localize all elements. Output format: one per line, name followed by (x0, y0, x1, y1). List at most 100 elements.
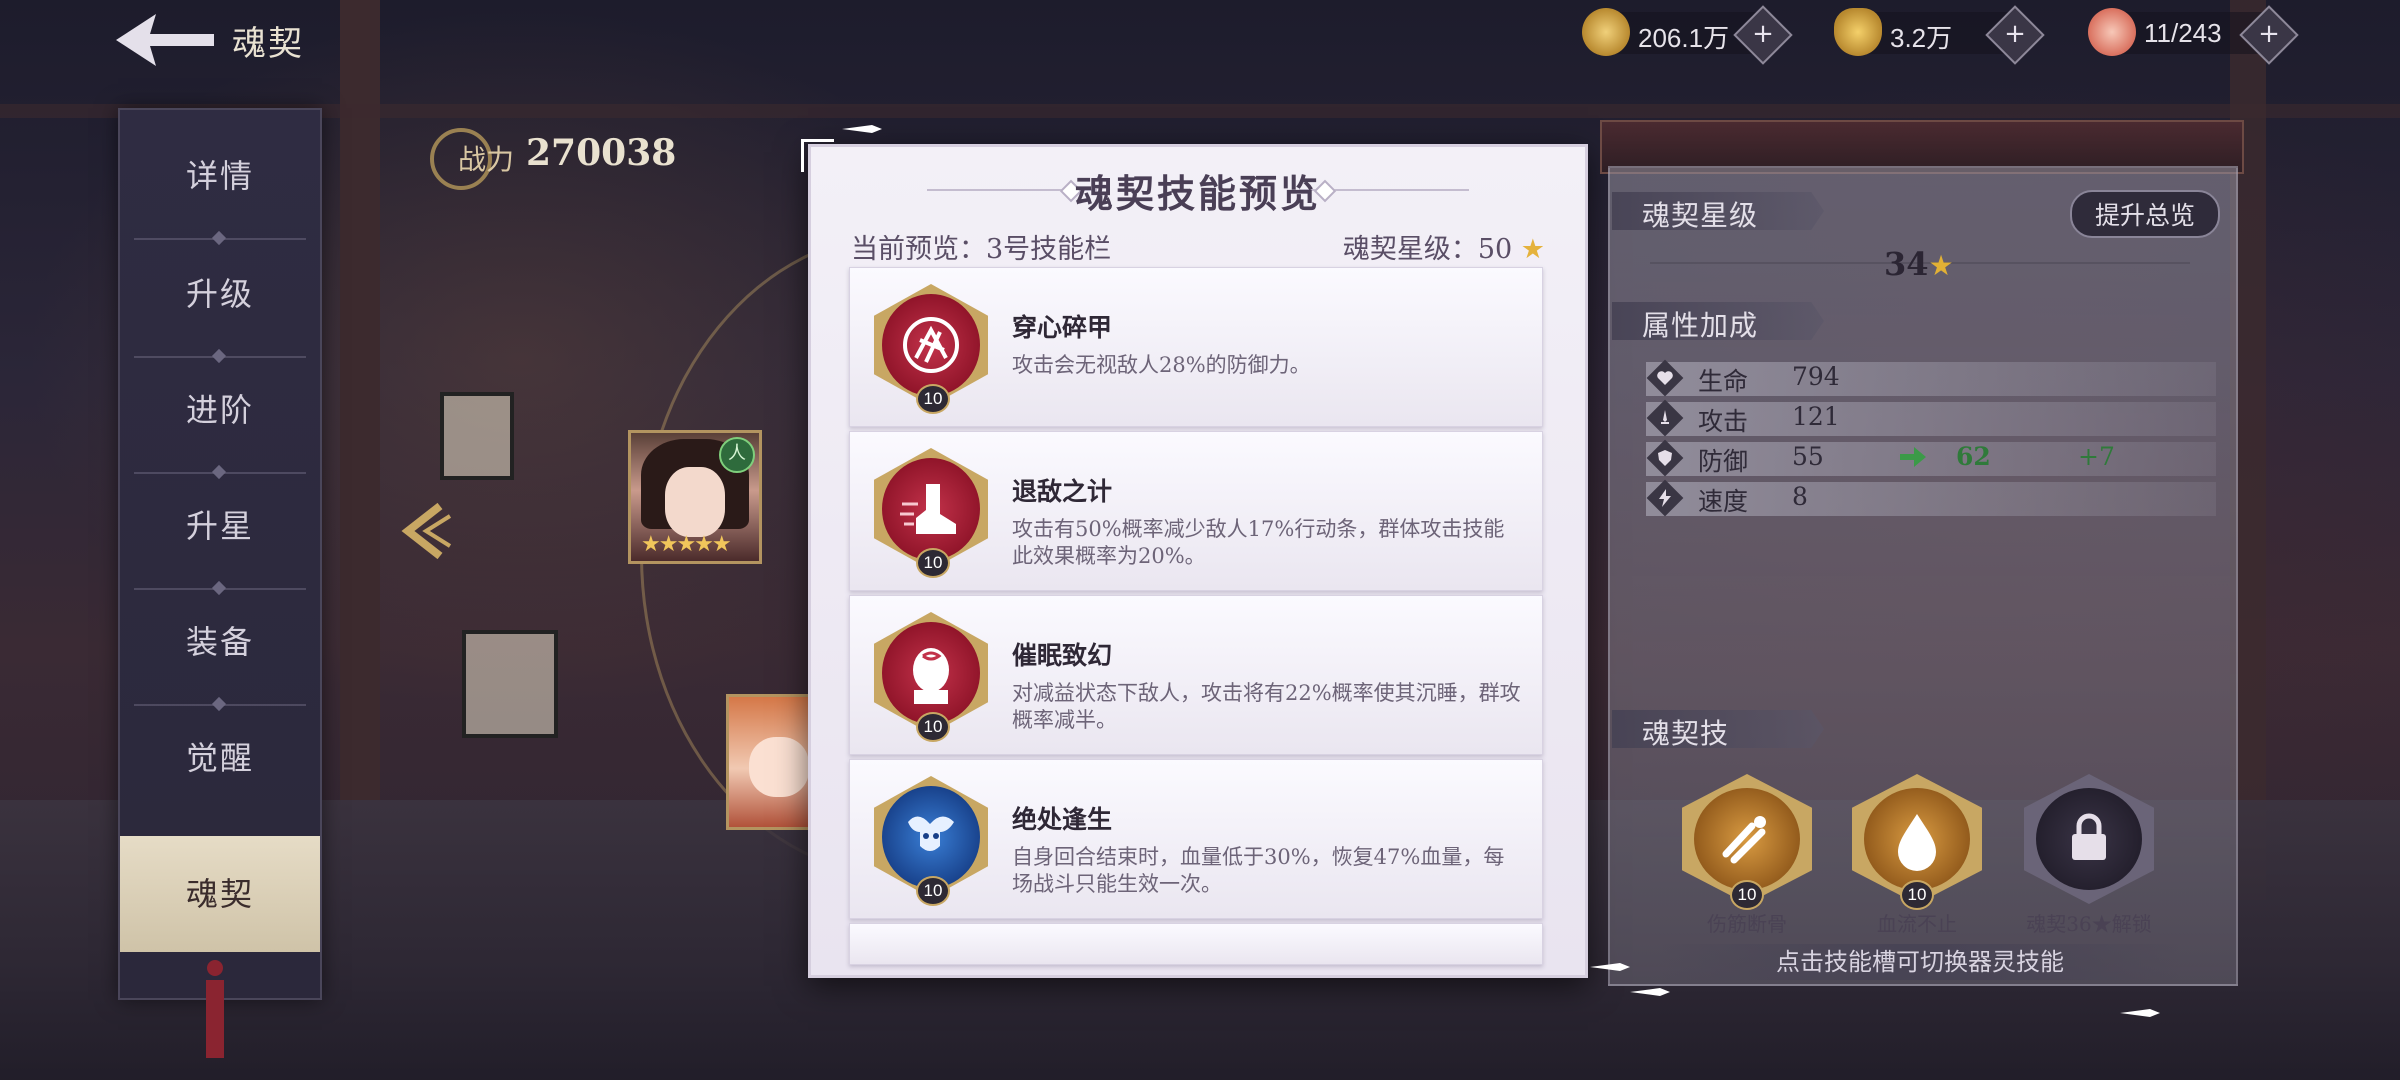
side-item-equipment[interactable]: 装备 (120, 584, 320, 700)
skill-level: 10 (916, 548, 950, 578)
skill-row-partial[interactable] (849, 923, 1543, 965)
skill-row[interactable]: 10 穿心碎甲 攻击会无视敌人28%的防御力。 (849, 267, 1543, 427)
page-title: 魂契 (232, 24, 304, 64)
skill-icon-frame: 10 (870, 444, 992, 578)
skill-row[interactable]: 10 绝处逢生 自身回合结束时，血量低于30%，恢复47%血量，每场战斗只能生效… (849, 759, 1543, 919)
side-menu: 详情 升级 进阶 升星 装备 觉醒 魂契 (118, 108, 322, 1000)
star-level-text: 魂契星级：50 (1342, 234, 1513, 265)
star-level-label: 魂契星级：50 ★ (1343, 227, 1545, 266)
sword-icon (1646, 399, 1684, 437)
soul-skill-slot-locked[interactable]: 魂契36★解锁 (2022, 774, 2156, 936)
skill-name: 催眠致幻 (1012, 641, 1113, 670)
skill-row[interactable]: 10 退敌之计 攻击有50%概率减少敌人17%行动条，群体攻击技能此效果概率为2… (849, 431, 1543, 591)
soul-skill-slot[interactable]: 10 伤筋断骨 (1680, 774, 1814, 936)
blood-drop-icon (1864, 788, 1970, 890)
side-item-starup[interactable]: 升星 (120, 468, 320, 584)
peach-icon (2088, 8, 2136, 56)
attr-row: 防御 55 62 +7 (1646, 439, 2216, 477)
skill-level: 10 (916, 384, 950, 414)
power-value: 270038 (526, 132, 677, 174)
attr-value: 8 (1792, 482, 1808, 511)
plus-icon: + (2004, 19, 2026, 49)
character-portrait[interactable]: 人 ★★★★★ (628, 430, 762, 564)
side-item-advance[interactable]: 进阶 (120, 352, 320, 468)
plus-icon: + (1752, 19, 1774, 49)
soul-skill-caption: 血流不止 (1877, 912, 1957, 936)
side-item-awaken[interactable]: 觉醒 (120, 700, 320, 816)
spirit-icon (882, 786, 980, 888)
attr-row: 速度 8 (1646, 479, 2216, 517)
sparkle-decoration-icon (2120, 1009, 2160, 1017)
modal-title: 魂契技能预览 (1074, 171, 1321, 216)
arrow-right-icon (1900, 447, 1926, 467)
back-button[interactable] (110, 10, 220, 70)
section-title: 属性加成 (1642, 309, 1759, 342)
section-header: 魂契星级 (1612, 192, 1824, 230)
star-icon: ★ (1520, 234, 1545, 265)
attr-name: 生命 (1698, 367, 1749, 396)
side-item-soul-pact[interactable]: 魂契 (120, 836, 320, 952)
character-stars: ★★★★★ (641, 532, 732, 557)
switch-character-arrow-icon[interactable] (388, 496, 458, 566)
ingot-value: 3.2万 (1890, 23, 1953, 53)
skill-level: 10 (916, 876, 950, 906)
background-beam (0, 104, 2400, 118)
section-header: 魂契技 (1612, 710, 1824, 748)
resource-gold: 206.1万 + (1582, 5, 1793, 65)
skill-level: 10 (1730, 880, 1764, 910)
skill-description: 攻击会无视敌人28%的防御力。 (1012, 353, 1311, 377)
soul-skill-caption: 魂契36★解锁 (2026, 912, 2152, 936)
skill-level: 10 (916, 712, 950, 742)
skill-preview-modal: 魂契技能预览 当前预览：3号技能栏 魂契星级：50 ★ 10 穿心碎甲 攻击会无… (801, 139, 1588, 978)
bone-break-icon (1694, 788, 1800, 890)
star-count: 34★ (1884, 245, 1954, 283)
switch-skill-hint: 点击技能槽可切换器灵技能 (1660, 944, 2180, 980)
background-lantern (440, 392, 514, 480)
skill-level: 10 (1900, 880, 1934, 910)
lock-icon (2036, 788, 2142, 890)
upgrade-overview-button[interactable]: 提升总览 (2070, 190, 2220, 238)
skill-name: 穿心碎甲 (1012, 313, 1113, 342)
skill-icon-frame: 10 (870, 608, 992, 742)
skill-description: 对减益状态下敌人，攻击将有22%概率使其沉睡，群攻概率减半。 (1012, 681, 1521, 732)
power-label: 战力 (458, 143, 515, 176)
monk-icon (882, 622, 980, 724)
soul-skill-slot[interactable]: 10 血流不止 (1850, 774, 1984, 936)
attr-name: 防御 (1698, 447, 1749, 476)
skill-row[interactable]: 10 催眠致幻 对减益状态下敌人，攻击将有22%概率使其沉睡，群攻概率减半。 (849, 595, 1543, 755)
tassel-decoration (202, 960, 228, 1060)
attr-delta: +7 (2078, 442, 2115, 471)
background-lantern-large (462, 630, 558, 738)
star-icon: ★ (1928, 249, 1954, 282)
attr-row: 攻击 121 (1646, 399, 2216, 437)
skill-name: 绝处逢生 (1012, 805, 1113, 834)
side-item-levelup[interactable]: 升级 (120, 236, 320, 352)
side-item-details[interactable]: 详情 (120, 118, 320, 234)
sparkle-decoration-icon (1590, 963, 1630, 971)
gold-ingot-icon (1834, 8, 1882, 56)
attr-value: 121 (1792, 402, 1840, 431)
current-preview-label: 当前预览：3号技能栏 (851, 234, 1112, 265)
rose-icon (882, 294, 980, 396)
sparkle-decoration-icon (1630, 988, 1670, 996)
plus-icon: + (2258, 19, 2280, 49)
section-title: 魂契技 (1642, 717, 1730, 750)
attr-name: 速度 (1698, 487, 1749, 516)
skill-name: 退敌之计 (1012, 477, 1113, 506)
attr-name: 攻击 (1698, 407, 1749, 436)
shield-icon (1646, 439, 1684, 477)
heart-icon (1646, 359, 1684, 397)
skill-description: 攻击有50%概率减少敌人17%行动条，群体攻击技能此效果概率为20%。 (1012, 517, 1505, 568)
soul-skill-caption: 伤筋断骨 (1707, 912, 1787, 936)
hint-text: 点击技能槽可切换器灵技能 (1776, 948, 2064, 976)
back-arrow-icon (116, 14, 214, 66)
sparkle-decoration-icon (842, 125, 882, 133)
attr-new-value: 62 (1956, 442, 1991, 471)
skill-description: 自身回合结束时，血量低于30%，恢复47%血量，每场战斗只能生效一次。 (1012, 845, 1505, 896)
attr-value: 55 (1792, 442, 1824, 471)
skill-icon-frame: 10 (870, 772, 992, 906)
boot-icon (882, 458, 980, 560)
attr-row: 生命 794 (1646, 359, 2216, 397)
stamina-value: 11/243 (2144, 18, 2222, 48)
element-badge: 人 (719, 437, 755, 473)
